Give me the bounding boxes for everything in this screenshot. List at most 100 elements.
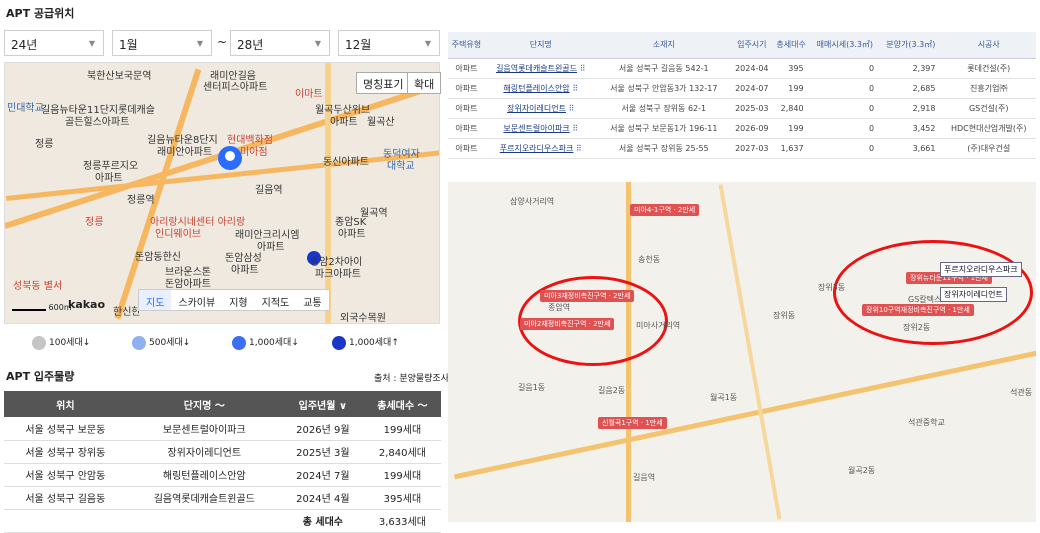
column-header: 총세대수 <box>772 32 810 59</box>
complex-link[interactable]: 장위자이레디언트 <box>507 104 566 113</box>
map-label: 아파트 <box>95 173 123 184</box>
table-cell: 2024-04 <box>730 58 773 79</box>
map-mode-1[interactable]: 스카이뷰 <box>171 290 222 310</box>
column-header[interactable]: 입주년월 ∨ <box>281 391 364 417</box>
map-mode-3[interactable]: 지적도 <box>255 290 297 310</box>
area-marker[interactable]: 신월곡1구역 · 1만세 <box>598 417 667 429</box>
year-to-select[interactable]: 28년 ▼ <box>230 30 330 56</box>
table-row: 서울 성북구 안암동 해링턴플레이스안암 2024년 7월 199세대 <box>4 463 441 487</box>
legend-label: 500세대↓ <box>149 338 191 348</box>
area-marker[interactable]: 미아4-1구역 · 2만세 <box>630 204 700 216</box>
table-cell: 서울 성북구 길음동 <box>4 486 127 510</box>
map-label: 파크아파트 <box>315 269 361 280</box>
complex-link[interactable]: 보문센트럴아이파크 <box>503 124 569 133</box>
map-label: 아파트 <box>231 265 259 276</box>
complex-link[interactable]: 푸르지오라디우스파크 <box>500 144 574 153</box>
column-header[interactable]: 위치 <box>4 391 127 417</box>
table-cell: 보문센트럴아이파크 <box>126 417 282 441</box>
table-cell: 2024-07 <box>730 78 773 99</box>
map-label: 민대학교 <box>7 103 44 114</box>
month-to-select[interactable]: 12월 ▼ <box>338 30 440 56</box>
table-cell: 해링턴플레이스안암 <box>126 463 282 487</box>
map-label: 외국수목원 <box>340 313 386 324</box>
table-cell: 395 <box>772 58 810 79</box>
month-from-value: 1월 <box>119 38 138 52</box>
zoom-button[interactable]: 확대 <box>407 72 442 94</box>
column-header[interactable]: 단지명 ～ <box>126 391 282 417</box>
legend-item: 500세대↓ <box>132 335 190 350</box>
table-cell: 서울 성북구 안암동 <box>4 463 127 487</box>
column-header: 단지명 <box>484 32 597 59</box>
map-label: 미아사거리역 <box>636 321 681 330</box>
table-row: 서울 성북구 길음동 길음역롯데캐슬트윈골드 2024년 4월 395세대 <box>4 486 441 510</box>
column-header: 소재지 <box>596 32 731 59</box>
map-label: 한신한 <box>113 307 141 318</box>
table-row: 아파트 장위자이레디언트 ⠿ 서울 성북구 장위동 62-1 2025-03 2,840… <box>448 98 1036 119</box>
table-cell: 장위자이레디언트 ⠿ <box>484 98 597 119</box>
year-to-value: 28년 <box>237 38 264 52</box>
map-label: 인디웨이브 <box>155 229 201 240</box>
map-label: 정릉 <box>35 139 54 150</box>
table-cell: 길음역롯데캐슬트윈골드 <box>126 486 282 510</box>
legend-item: 1,000세대↑ <box>332 335 399 350</box>
grid-icon[interactable]: ⠿ <box>573 144 582 153</box>
scale-bar <box>12 305 46 311</box>
map-label: 석관동 <box>1010 388 1033 397</box>
range-tilde: ~ <box>217 35 228 49</box>
table-row: 아파트 길음역롯데캐슬트윈골드 ⠿ 서울 성북구 길음동 542-1 2024-04 3… <box>448 58 1036 79</box>
table-cell: 0 <box>809 58 881 79</box>
complex-tag[interactable]: 푸르지오라디우스파크 <box>940 262 1022 277</box>
table-cell: (주)대우건설 <box>941 138 1036 159</box>
map-label: 월곡2동 <box>848 466 876 475</box>
source-note: 출처 : 분양물량조사 <box>374 374 449 384</box>
names-toggle-button[interactable]: 명칭표기 <box>356 72 411 94</box>
column-header[interactable]: 총세대수 ～ <box>363 391 441 417</box>
map-mode-4[interactable]: 교통 <box>296 290 328 310</box>
supply-map[interactable]: 북한산보국문역 래미안길음 센터피스아파트 이마트 민대학교 길음뉴타운11단지롯데캐슬 골… <box>4 62 440 324</box>
table-cell: 롯데건설(주) <box>941 58 1036 79</box>
grid-icon[interactable]: ⠿ <box>570 84 578 93</box>
table-cell: 서울 성북구 길음동 542-1 <box>596 58 731 79</box>
table-cell: 3,633세대 <box>363 509 441 533</box>
table-cell: GS건설(주) <box>941 98 1036 119</box>
table-row: 서울 성북구 장위동 장위자이레디언트 2025년 3월 2,840세대 <box>4 440 441 464</box>
supply-title: APT 공급위치 <box>6 7 75 20</box>
month-from-select[interactable]: 1월 ▼ <box>112 30 212 56</box>
map-label: 동신아파트 <box>323 157 369 168</box>
table-cell: 장위자이레디언트 <box>126 440 282 464</box>
map-mode-0[interactable]: 지도 <box>139 290 172 310</box>
area-marker[interactable]: 미아3재정비촉진구역 · 2만세 <box>540 290 635 302</box>
year-from-select[interactable]: 24년 ▼ <box>4 30 104 56</box>
table-cell: 서울 성북구 장위동 <box>4 440 127 464</box>
area-marker[interactable]: 장위10구역재정비촉진구역 · 1만세 <box>862 304 974 316</box>
legend-item: 1,000세대↓ <box>232 335 299 350</box>
table-cell: 2,397 <box>880 58 942 79</box>
map-label: 장위2동 <box>903 323 931 332</box>
legend-label: 1,000세대↓ <box>249 338 299 348</box>
location-pin-icon <box>132 335 146 350</box>
grid-icon[interactable]: ⠿ <box>570 124 578 133</box>
table-cell: 2026-09 <box>730 118 773 139</box>
legend-label: 1,000세대↑ <box>349 338 399 348</box>
table-cell <box>126 509 282 533</box>
grid-icon[interactable]: ⠿ <box>566 104 575 113</box>
detail-map[interactable]: 삼양사거리역 송천동 종암역 미아사거리역 장위동 장위2동 석관동 길음1동 길음2동 월곡1동… <box>448 182 1036 522</box>
table-cell: 2027-03 <box>730 138 773 159</box>
map-label: 아파트 <box>330 117 358 128</box>
grid-icon[interactable]: ⠿ <box>577 64 586 73</box>
complex-link[interactable]: 길음역롯데캐슬트윈골드 <box>496 64 577 73</box>
chevron-down-icon: ▼ <box>424 39 431 48</box>
total-row: 총 세대수 3,633세대 <box>4 509 441 533</box>
map-label: 송천동 <box>638 255 661 264</box>
area-marker[interactable]: 미아2재정비촉진구역 · 2만세 <box>520 318 615 330</box>
table-cell: 아파트 <box>448 98 485 119</box>
complex-tag[interactable]: 장위자이레디언트 <box>940 287 1007 302</box>
table-row: 아파트 해링턴플레이스안암 ⠿ 서울 성북구 안암동3가 132-17 2024-07… <box>448 78 1036 99</box>
map-mode-2[interactable]: 지형 <box>222 290 254 310</box>
column-header: 분양가(3.3㎡) <box>880 32 942 59</box>
table-cell: 1,637 <box>772 138 810 159</box>
table-cell: 서울 성북구 안암동3가 132-17 <box>596 78 731 99</box>
complex-link[interactable]: 해링턴플레이스안암 <box>503 84 569 93</box>
table-cell: 서울 성북구 보문동 <box>4 417 127 441</box>
map-label: 돈암동한신 <box>135 252 181 263</box>
